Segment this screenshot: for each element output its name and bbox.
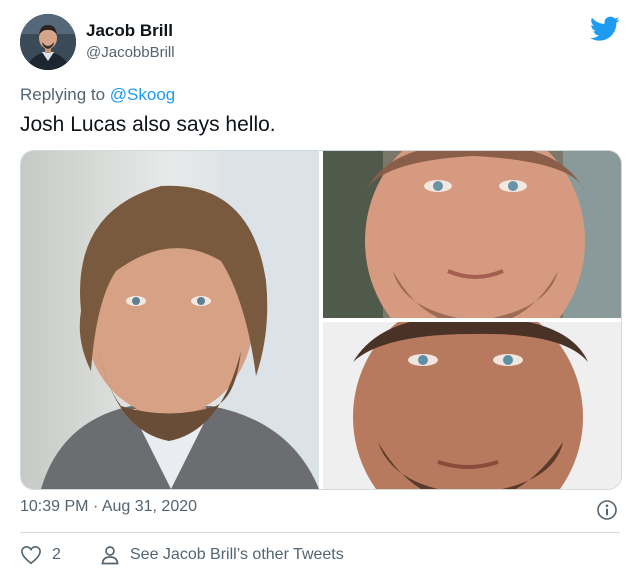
heart-icon[interactable] (20, 545, 42, 565)
photo-2[interactable] (323, 151, 621, 318)
photo-1[interactable] (21, 151, 319, 489)
tweet-time: 10:39 PM (20, 498, 89, 515)
meta-separator: · (92, 498, 99, 515)
person-icon[interactable] (100, 545, 120, 565)
tweet-text: Josh Lucas also says hello. (20, 113, 276, 136)
display-name[interactable]: Jacob Brill (86, 21, 173, 41)
divider (20, 532, 620, 533)
see-other-tweets-link[interactable]: See Jacob Brill’s other Tweets (130, 546, 344, 564)
mention-link[interactable]: @Skoog (110, 85, 175, 104)
replying-to-label: Replying to (20, 85, 106, 104)
photo-3[interactable] (323, 322, 621, 489)
info-icon[interactable] (596, 499, 618, 521)
twitter-bird-icon[interactable] (590, 16, 620, 42)
tweet-card: Jacob Brill @JacobbBrill Replying to @Sk… (0, 0, 640, 581)
avatar[interactable] (20, 14, 76, 70)
media-grid (20, 150, 622, 490)
user-handle[interactable]: @JacobbBrill (86, 44, 175, 61)
replying-to: Replying to @Skoog (20, 85, 175, 105)
tweet-timestamp[interactable]: 10:39 PM · Aug 31, 2020 (20, 498, 197, 516)
tweet-date: Aug 31, 2020 (101, 498, 198, 515)
like-count: 2 (52, 546, 61, 563)
